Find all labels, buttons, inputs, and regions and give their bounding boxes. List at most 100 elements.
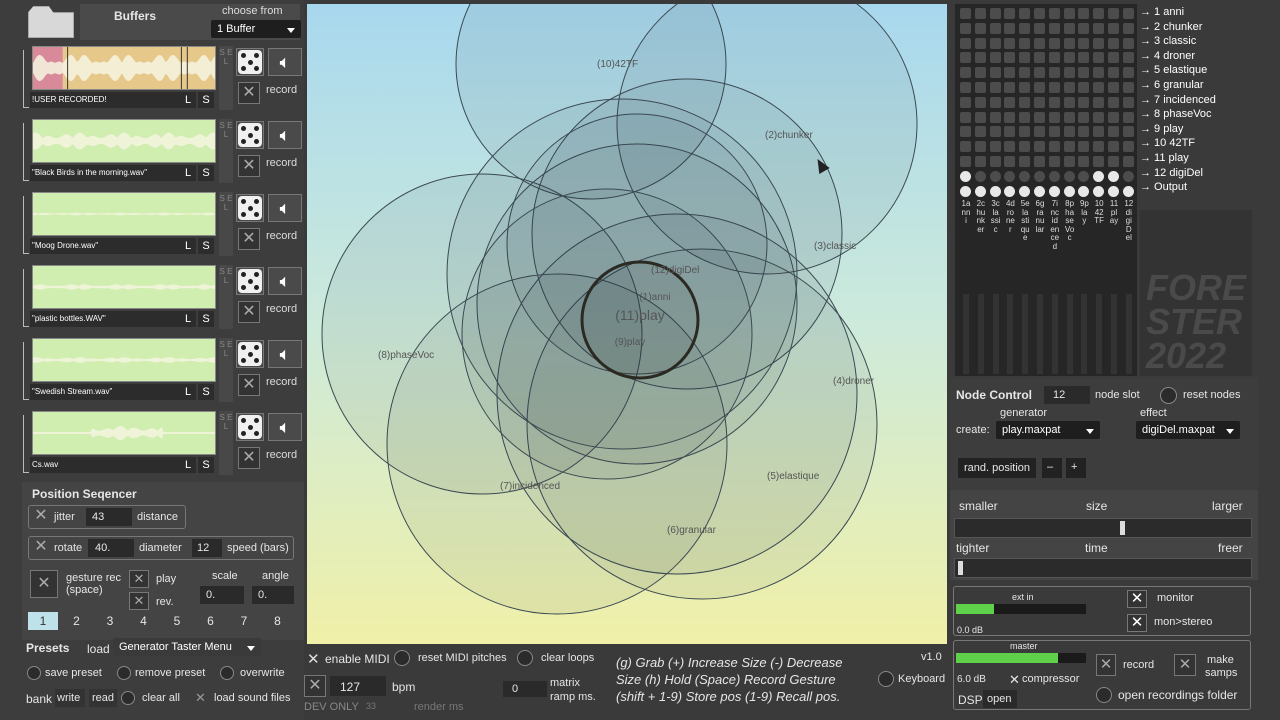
- load-button[interactable]: L: [180, 384, 196, 400]
- matrix-cell[interactable]: [1019, 22, 1031, 34]
- matrix-cell[interactable]: [1019, 126, 1031, 138]
- node-slot-value[interactable]: 12: [1053, 389, 1065, 401]
- matrix-cell[interactable]: [974, 82, 986, 93]
- play-toggle[interactable]: ✕: [129, 570, 149, 588]
- select-bar[interactable]: S E L: [219, 119, 233, 183]
- matrix-cell[interactable]: [1034, 111, 1045, 123]
- matrix-cell[interactable]: [1063, 156, 1075, 167]
- matrix-cell[interactable]: [1108, 156, 1119, 167]
- matrix-cell[interactable]: [1093, 22, 1105, 34]
- matrix-cell[interactable]: [1019, 67, 1031, 79]
- matrix-cell[interactable]: [1093, 82, 1105, 93]
- jitter-value[interactable]: 43: [92, 511, 104, 523]
- clear-all-button[interactable]: [121, 691, 135, 705]
- step-button[interactable]: 8: [263, 612, 293, 630]
- matrix-cell[interactable]: [1122, 111, 1134, 123]
- angle-value[interactable]: 0.: [258, 589, 267, 601]
- matrix-cell[interactable]: [1078, 8, 1090, 19]
- step-button[interactable]: 3: [95, 612, 125, 630]
- step-button[interactable]: 6: [196, 612, 226, 630]
- matrix-cell[interactable]: [1019, 37, 1031, 49]
- waveform-display[interactable]: [32, 338, 216, 382]
- node-label[interactable]: (8)phaseVoc: [378, 350, 434, 361]
- select-bar[interactable]: S E L: [219, 46, 233, 110]
- matrix-cell[interactable]: [1019, 82, 1031, 93]
- matrix-cell[interactable]: [1034, 170, 1045, 182]
- minus-button[interactable]: –: [1047, 461, 1053, 473]
- matrix-cell[interactable]: [1093, 156, 1105, 167]
- matrix-cell[interactable]: [1122, 82, 1134, 93]
- matrix-cell[interactable]: [1034, 8, 1045, 19]
- record-toggle[interactable]: ✕: [238, 155, 260, 177]
- matrix-cell[interactable]: [1093, 141, 1105, 153]
- matrix-cell[interactable]: [989, 185, 1001, 197]
- matrix-cell[interactable]: [1034, 22, 1045, 34]
- enable-midi-toggle[interactable]: ✕: [307, 650, 320, 668]
- matrix-cell[interactable]: [1019, 141, 1031, 153]
- matrix-cell[interactable]: [974, 141, 986, 153]
- matrix-cell[interactable]: [989, 170, 1001, 182]
- dice-icon[interactable]: [236, 413, 264, 441]
- matrix-cell[interactable]: [1078, 111, 1090, 123]
- matrix-cell[interactable]: [1004, 185, 1016, 197]
- matrix-cell[interactable]: [1093, 8, 1105, 19]
- matrix-cell[interactable]: [989, 67, 1001, 79]
- speaker-icon[interactable]: 🔈︎: [268, 267, 302, 295]
- matrix-cell[interactable]: [989, 141, 1001, 153]
- matrix-ramp-value[interactable]: 0: [512, 683, 518, 695]
- matrix-cell[interactable]: [989, 111, 1001, 123]
- matrix-cell[interactable]: [1108, 170, 1119, 182]
- scale-value[interactable]: 0.: [206, 589, 215, 601]
- load-button[interactable]: L: [180, 457, 196, 473]
- matrix-cell[interactable]: [1063, 141, 1075, 153]
- compressor-toggle[interactable]: ✕: [1009, 672, 1020, 688]
- clear-loops-button[interactable]: [517, 650, 533, 666]
- time-slider-knob[interactable]: [957, 561, 963, 575]
- matrix-cell[interactable]: [1108, 141, 1119, 153]
- matrix-cell[interactable]: [1019, 96, 1031, 108]
- waveform-display[interactable]: [32, 46, 216, 90]
- record-toggle[interactable]: ✕: [238, 447, 260, 469]
- reset-nodes-button[interactable]: [1160, 387, 1177, 404]
- record-toggle[interactable]: ✕: [238, 82, 260, 104]
- matrix-cell[interactable]: [989, 8, 1001, 19]
- matrix-cell[interactable]: [1078, 37, 1090, 49]
- matrix-cell[interactable]: [1063, 82, 1075, 93]
- matrix-cell[interactable]: [1019, 111, 1031, 123]
- matrix-cell[interactable]: [1004, 156, 1016, 167]
- matrix-cell[interactable]: [1063, 170, 1075, 182]
- matrix-cell[interactable]: [1034, 156, 1045, 167]
- matrix-cell[interactable]: [1048, 22, 1060, 34]
- matrix-cell[interactable]: [1048, 67, 1060, 79]
- matrix-cell[interactable]: [960, 156, 971, 167]
- matrix-cell[interactable]: [974, 126, 986, 138]
- save-button[interactable]: S: [198, 92, 214, 108]
- matrix-cell[interactable]: [1093, 52, 1105, 64]
- node-label[interactable]: (5)elastique: [767, 471, 820, 482]
- matrix-cell[interactable]: [960, 141, 971, 153]
- save-button[interactable]: S: [198, 457, 214, 473]
- matrix-cell[interactable]: [1034, 141, 1045, 153]
- matrix-cell[interactable]: [1078, 170, 1090, 182]
- matrix-cell[interactable]: [960, 52, 971, 64]
- matrix-cell[interactable]: [974, 185, 986, 197]
- bpm-value[interactable]: 127: [340, 680, 360, 694]
- matrix-cell[interactable]: [960, 185, 971, 197]
- preset-menu[interactable]: Generator Taster Menu: [113, 638, 261, 656]
- effect-select[interactable]: digiDel.maxpat: [1136, 421, 1240, 439]
- generator-select[interactable]: play.maxpat: [996, 421, 1100, 439]
- record-toggle[interactable]: ✕: [238, 228, 260, 250]
- matrix-cell[interactable]: [974, 67, 986, 79]
- matrix-cell[interactable]: [1078, 126, 1090, 138]
- matrix-cell[interactable]: [1004, 111, 1016, 123]
- gesture-rec-toggle[interactable]: ✕: [30, 570, 58, 598]
- rotate-toggle[interactable]: ✕: [30, 537, 52, 559]
- matrix-cell[interactable]: [1034, 185, 1045, 197]
- select-bar[interactable]: S E L: [219, 411, 233, 475]
- matrix-cell[interactable]: [1093, 185, 1105, 197]
- node-label[interactable]: (3)classic: [814, 241, 856, 252]
- matrix-cell[interactable]: [1122, 170, 1134, 182]
- step-button[interactable]: 4: [129, 612, 159, 630]
- monitor-toggle[interactable]: ✕: [1127, 590, 1147, 608]
- step-button[interactable]: 2: [62, 612, 92, 630]
